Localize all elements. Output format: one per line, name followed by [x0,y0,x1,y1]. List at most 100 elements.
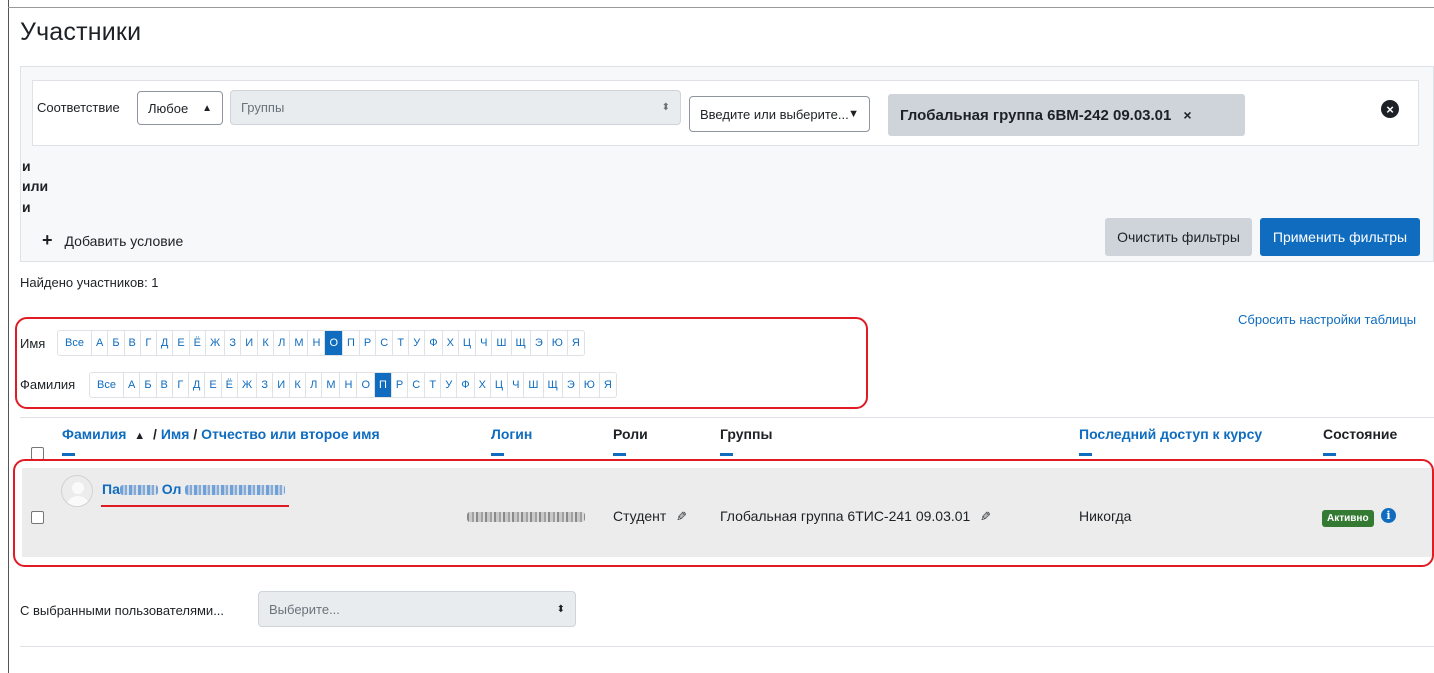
avatar [61,475,93,507]
collapse-column-icon[interactable] [613,453,626,456]
lastname-initial-letter[interactable]: Ж [238,373,258,397]
window-top-border [8,7,1434,8]
firstname-initial-letter[interactable]: Ц [459,331,477,355]
firstname-initial-letter[interactable]: Х [443,331,459,355]
firstname-initial-letter[interactable]: Ю [548,331,568,355]
lastname-initial-letter[interactable]: Д [189,373,206,397]
updown-icon: ▲ [202,102,212,114]
collapse-column-icon[interactable] [491,453,504,456]
column-header-login[interactable]: Логин [491,426,532,442]
match-label: Соответствие [37,100,120,115]
remove-filter-row-icon[interactable]: × [1381,100,1399,118]
collapse-column-icon[interactable] [720,453,733,456]
collapse-column-icon[interactable] [1323,453,1336,456]
lastname-initial-letter[interactable]: И [273,373,291,397]
column-header-lastaccess[interactable]: Последний доступ к курсу [1079,426,1262,442]
clear-filters-button[interactable]: Очистить фильтры [1105,218,1252,256]
firstname-initial-letter[interactable]: Р [360,331,377,355]
lastname-initial-letter[interactable]: Э [563,373,580,397]
page-title: Участники [20,18,142,46]
lastname-initial-letter[interactable]: Л [306,373,323,397]
sort-firstname-link[interactable]: Имя [161,426,190,442]
firstname-initial-letter[interactable]: А [92,331,109,355]
group-value: Глобальная группа 6ТИС-241 09.03.01 [720,508,971,524]
firstname-initial-all[interactable]: Все [58,331,92,355]
firstname-initial-letter[interactable]: Ш [492,331,512,355]
column-header-groups: Группы [720,426,773,442]
lastname-initial-letter[interactable]: Е [205,373,222,397]
firstname-initial-letter[interactable]: З [225,331,242,355]
lastname-initial-letter[interactable]: О [357,373,375,397]
edit-group-pencil-icon[interactable]: ✎ [980,509,991,525]
firstname-initial-letter[interactable]: Д [157,331,174,355]
firstname-initial-letter[interactable]: П [343,331,360,355]
filter-value-input[interactable]: Введите или выберите... ▼ [689,96,870,132]
lastname-initial-letter[interactable]: В [157,373,173,397]
firstname-initial-letter[interactable]: В [125,331,141,355]
lastname-initial-letter[interactable]: У [441,373,458,397]
lastname-initial-letter[interactable]: Щ [544,373,563,397]
apply-filters-button[interactable]: Применить фильтры [1260,218,1420,256]
participants-count: Найдено участников: 1 [20,275,159,290]
reset-table-link[interactable]: Сбросить настройки таблицы [1238,312,1416,327]
bulk-action-select[interactable]: Выберите... ⬍ [258,591,576,627]
firstname-initial-letter[interactable]: Ж [206,331,226,355]
lastname-initial-letter[interactable]: М [322,373,341,397]
caret-up-icon: ▲ [134,430,146,442]
lastname-initial-letter[interactable]: Ц [491,373,509,397]
firstname-initial-letter[interactable]: Б [108,331,125,355]
lastname-initial-letter[interactable]: Я [600,373,616,397]
firstname-initial-letter[interactable]: У [409,331,426,355]
firstname-initial-letter[interactable]: Л [274,331,291,355]
lastname-initial-letter[interactable]: Н [340,373,358,397]
collapse-column-icon[interactable] [1079,453,1092,456]
lastname-initial-letter[interactable]: Ё [222,373,239,397]
lastname-initial-letter[interactable]: З [257,373,274,397]
firstname-initial-letter[interactable]: Т [393,331,410,355]
match-select[interactable]: Любое ▲ [137,91,223,125]
row-select-checkbox[interactable] [31,511,44,524]
lastname-initial-letter[interactable]: Б [140,373,157,397]
add-condition-button[interactable]: + Добавить условие [42,230,183,251]
selected-group-tag[interactable]: Глобальная группа 6ВМ-242 09.03.01 × [888,94,1245,136]
role-cell: Студент ✎ [613,508,687,525]
lastname-initial-letter[interactable]: Т [425,373,442,397]
updown-icon: ⬍ [556,603,565,615]
lastname-initial-letter[interactable]: П [375,373,392,397]
lastname-initial-letter[interactable]: Ч [508,373,525,397]
firstname-initial-letter[interactable]: Г [141,331,157,355]
firstname-initial-letter[interactable]: Я [568,331,584,355]
firstname-initial-letter[interactable]: Ч [476,331,493,355]
lastname-initial-letter[interactable]: Ф [457,373,475,397]
firstname-initial-letter[interactable]: К [258,331,275,355]
lastname-initial-letter[interactable]: С [408,373,426,397]
edit-role-pencil-icon[interactable]: ✎ [676,509,687,525]
remove-tag-icon[interactable]: × [1183,107,1191,123]
lastname-initial-letter[interactable]: Р [392,373,409,397]
collapse-column-icon[interactable] [62,453,75,456]
sort-lastname-link[interactable]: Фамилия [62,426,126,442]
lastname-initial-letter[interactable]: Ю [580,373,600,397]
firstname-initial-letter[interactable]: Щ [512,331,531,355]
lastname-initial-all[interactable]: Все [90,373,124,397]
firstname-initial-letter[interactable]: Н [308,331,326,355]
firstname-initial-letter[interactable]: О [325,331,343,355]
firstname-initial-letter[interactable]: М [290,331,309,355]
lastname-initial-letter[interactable]: К [290,373,307,397]
firstname-initial-letter[interactable]: Ё [190,331,207,355]
firstname-initial-letter[interactable]: Е [173,331,190,355]
firstname-initial-letter[interactable]: С [376,331,394,355]
participant-name-link[interactable]: Па Ол [102,481,286,497]
filter-type-select[interactable]: Группы ⬍ [230,90,681,125]
lastname-initial-letter[interactable]: Х [475,373,491,397]
sort-middlename-link[interactable]: Отчество или второе имя [201,426,380,442]
firstname-initial-letter[interactable]: Э [531,331,548,355]
lastname-initial-letter[interactable]: А [124,373,141,397]
role-value: Студент [613,508,667,524]
lastname-initial-letter[interactable]: Ш [524,373,544,397]
firstname-initial-letter[interactable]: Ф [425,331,443,355]
lastname-initial-letter[interactable]: Г [173,373,189,397]
firstname-initial-letter[interactable]: И [241,331,259,355]
bulk-action-label: С выбранными пользователями... [20,603,225,618]
info-icon[interactable]: i [1381,508,1396,523]
